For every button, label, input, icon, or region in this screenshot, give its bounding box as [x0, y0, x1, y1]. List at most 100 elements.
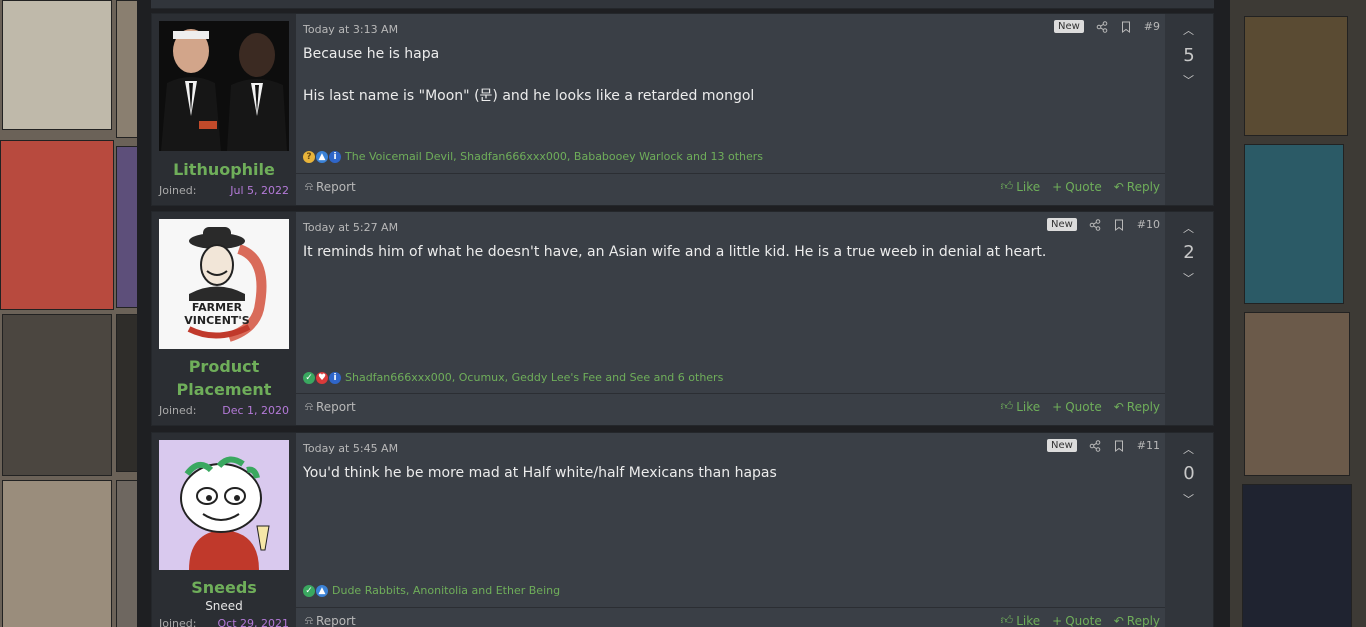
report-label: Report — [315, 399, 356, 414]
report-button[interactable]: ⍾ Report — [305, 613, 356, 627]
reply-button[interactable]: ↶ Reply — [1114, 399, 1160, 414]
like-label: Like — [1016, 399, 1041, 414]
bookmark-icon[interactable] — [1113, 219, 1125, 231]
info-reaction-icon: i — [329, 150, 341, 163]
reactions-bar[interactable]: ✓ ▲ Dude Rabbits, Anonitolia and Ether B… — [303, 584, 560, 597]
thumbs-up-icon: 👍︎ — [1000, 179, 1014, 193]
reply-label: Reply — [1126, 613, 1160, 627]
report-label: Report — [315, 613, 356, 627]
post-body-line: Because he is hapa — [303, 46, 440, 62]
post-number[interactable]: #9 — [1144, 20, 1160, 33]
post-actions: 👍︎ Like + Quote ↶ Reply — [1001, 179, 1160, 194]
like-button[interactable]: 👍︎ Like — [1001, 179, 1040, 194]
reply-button[interactable]: ↶ Reply — [1114, 179, 1160, 194]
upvote-chevron-icon[interactable]: ︿ — [1183, 220, 1194, 236]
joined-date: Jul 5, 2022 — [230, 184, 289, 197]
joined-label: Joined: — [159, 184, 197, 197]
post-footer: ⍾ Report 👍︎ Like + Quote ↶ Reply — [296, 173, 1167, 202]
reaction-users[interactable]: Shadfan666xxx000, Ocumux, Geddy Lee's Fe… — [345, 371, 723, 384]
avatar[interactable] — [159, 21, 289, 151]
avatar[interactable]: FARMER VINCENT'S — [159, 219, 289, 349]
username[interactable]: Product Placement — [174, 355, 274, 401]
report-button[interactable]: ⍾ Report — [305, 179, 356, 194]
new-badge: New — [1053, 20, 1084, 33]
bell-icon: ⍾ — [305, 179, 313, 193]
post-number[interactable]: #11 — [1137, 439, 1160, 452]
agree-reaction-icon: ✓ — [303, 584, 315, 597]
like-button[interactable]: 👍︎ Like — [1001, 399, 1040, 414]
reaction-users[interactable]: Dude Rabbits, Anonitolia and Ether Being — [332, 584, 560, 597]
like-button[interactable]: 👍︎ Like — [1001, 613, 1040, 627]
post-date[interactable]: Today at 5:27 AM — [303, 221, 398, 234]
plus-icon: + — [1052, 399, 1063, 414]
post-date[interactable]: Today at 5:45 AM — [303, 442, 398, 455]
reply-label: Reply — [1126, 399, 1160, 414]
avatar[interactable] — [159, 440, 289, 570]
background-comic-left — [0, 0, 137, 627]
thinking-reaction-icon: ? — [303, 150, 315, 163]
reaction-users[interactable]: The Voicemail Devil, Shadfan666xxx000, B… — [345, 150, 763, 163]
post-number[interactable]: #10 — [1137, 218, 1160, 231]
post-header-actions: New #9 — [1053, 20, 1160, 33]
upvote-chevron-icon[interactable]: ︿ — [1183, 441, 1194, 457]
user-panel: Lithuophile Joined: Jul 5, 2022 — [152, 14, 296, 205]
agree-reaction-icon: ✓ — [303, 371, 315, 384]
new-badge: New — [1046, 218, 1077, 231]
downvote-chevron-icon[interactable]: ﹀ — [1183, 491, 1194, 507]
like-label: Like — [1016, 613, 1041, 627]
reply-label: Reply — [1126, 179, 1160, 194]
post-main: Today at 5:45 AM New #11 You'd think he … — [296, 433, 1167, 627]
username[interactable]: Lithuophile — [152, 158, 296, 181]
plus-icon: + — [1052, 179, 1063, 194]
reply-icon: ↶ — [1113, 179, 1124, 194]
post-footer: ⍾ Report 👍︎ Like + Quote ↶ Reply — [296, 393, 1167, 422]
like-label: Like — [1016, 179, 1041, 194]
quote-label: Quote — [1065, 179, 1102, 194]
share-icon[interactable] — [1089, 218, 1101, 231]
post-actions: 👍︎ Like + Quote ↶ Reply — [1001, 399, 1160, 414]
joined-date: Dec 1, 2020 — [222, 404, 289, 417]
post-header-actions: New #10 — [1046, 218, 1160, 231]
background-comic-right — [1230, 0, 1366, 627]
quote-button[interactable]: + Quote — [1052, 399, 1102, 414]
bookmark-icon[interactable] — [1120, 21, 1132, 33]
thumbs-up-icon: 👍︎ — [1000, 613, 1014, 627]
share-icon[interactable] — [1089, 439, 1101, 452]
avatar-logo-text: FARMER — [192, 301, 243, 314]
downvote-chevron-icon[interactable]: ﹀ — [1183, 72, 1194, 88]
post-body-line: It reminds him of what he doesn't have, … — [303, 244, 1047, 260]
post-main: Today at 5:27 AM New #10 It reminds him … — [296, 212, 1167, 425]
joined-row: Joined: Oct 29, 2021 — [159, 617, 289, 627]
share-icon[interactable] — [1096, 20, 1108, 33]
vote-column: ︿ 2 ﹀ — [1165, 212, 1213, 425]
post-body-line: You'd think he be more mad at Half white… — [303, 465, 777, 481]
like-reaction-icon: ▲ — [316, 150, 328, 163]
quote-button[interactable]: + Quote — [1052, 179, 1102, 194]
upvote-chevron-icon[interactable]: ︿ — [1183, 22, 1194, 38]
post: Sneeds Sneed Joined: Oct 29, 2021 Today … — [151, 432, 1214, 627]
post-actions: 👍︎ Like + Quote ↶ Reply — [1001, 613, 1160, 627]
svg-text:VINCENT'S: VINCENT'S — [184, 314, 249, 327]
quote-label: Quote — [1065, 399, 1102, 414]
thumbs-up-icon: 👍︎ — [1000, 399, 1014, 413]
vote-score: 5 — [1183, 45, 1195, 66]
report-button[interactable]: ⍾ Report — [305, 399, 356, 414]
user-panel: Sneeds Sneed Joined: Oct 29, 2021 — [152, 433, 296, 627]
bell-icon: ⍾ — [305, 399, 313, 413]
new-badge: New — [1046, 439, 1077, 452]
post: FARMER VINCENT'S Product Placement Joine… — [151, 211, 1214, 426]
username[interactable]: Sneeds — [152, 576, 296, 599]
bookmark-icon[interactable] — [1113, 440, 1125, 452]
reactions-bar[interactable]: ? ▲ i The Voicemail Devil, Shadfan666xxx… — [303, 150, 763, 163]
joined-label: Joined: — [159, 404, 197, 417]
vote-score: 0 — [1183, 463, 1195, 484]
quote-button[interactable]: + Quote — [1052, 613, 1102, 627]
post-header-actions: New #11 — [1046, 439, 1160, 452]
vote-score: 2 — [1183, 242, 1195, 263]
post-body-line: His last name is "Moon" (문) and he looks… — [303, 88, 755, 104]
reactions-bar[interactable]: ✓ ♥ i Shadfan666xxx000, Ocumux, Geddy Le… — [303, 371, 723, 384]
post-date[interactable]: Today at 3:13 AM — [303, 23, 398, 36]
reply-button[interactable]: ↶ Reply — [1114, 613, 1160, 627]
vote-column: ︿ 5 ﹀ — [1165, 14, 1213, 205]
downvote-chevron-icon[interactable]: ﹀ — [1183, 270, 1194, 286]
